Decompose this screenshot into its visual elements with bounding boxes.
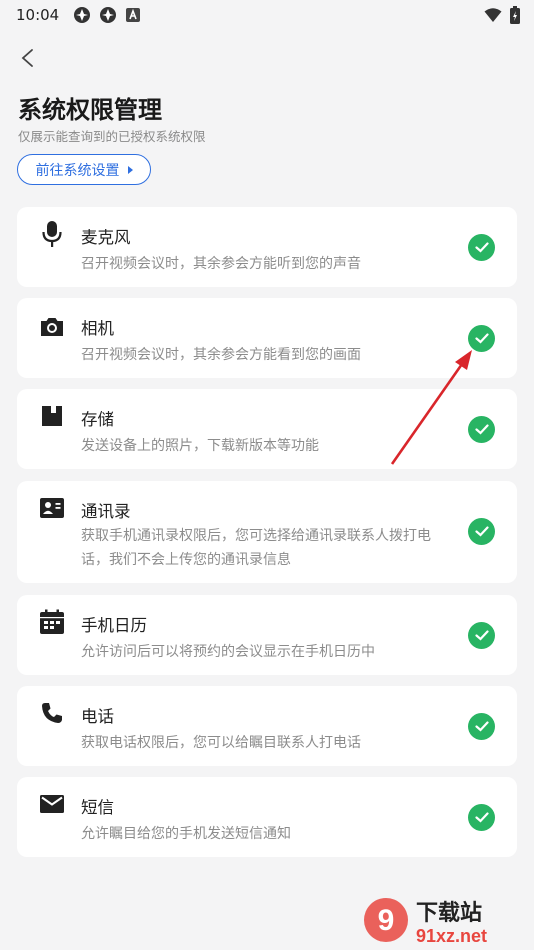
watermark-logo-icon: 9 下载站 91xz.net [364,898,487,946]
a-badge-icon [126,8,141,22]
permission-card-phone: 电话 获取电话权限后，您可以给瞩目联系人打电话 [17,686,517,766]
permission-title: 存储 [81,410,114,429]
sms-icon [39,791,65,817]
permission-title: 电话 [81,707,114,726]
status-notification-icons [73,6,141,24]
check-circle-icon [468,416,495,443]
permission-card-calendar: 手机日历 允许访问后可以将预约的会议显示在手机日历中 [17,595,517,675]
svg-text:9: 9 [378,904,395,937]
check-circle-icon [468,804,495,831]
check-circle-icon [468,518,495,545]
permission-card-camera: 相机 召开视频会议时，其余参会方能看到您的画面 [17,298,517,378]
app-notification-icon [100,7,117,23]
play-arrow-icon [127,165,133,174]
permission-title: 麦克风 [81,228,131,247]
permission-desc: 允许访问后可以将预约的会议显示在手机日历中 [81,644,375,660]
status-system-icons [484,6,520,24]
page-subtitle: 仅展示能查询到的已授权系统权限 [18,129,206,144]
permission-card-storage: 存储 发送设备上的照片，下载新版本等功能 [17,389,517,469]
permission-card-microphone: 麦克风 召开视频会议时，其余参会方能听到您的声音 [17,207,517,287]
permission-desc: 召开视频会议时，其余参会方能看到您的画面 [81,347,361,363]
permission-title: 手机日历 [81,616,147,635]
storage-icon [39,403,65,429]
microphone-icon [39,221,65,247]
permission-desc: 召开视频会议时，其余参会方能听到您的声音 [81,256,361,272]
page-title: 系统权限管理 [18,96,162,124]
calendar-icon [39,609,65,635]
check-circle-icon [468,622,495,649]
check-circle-icon [468,713,495,740]
check-circle-icon [468,234,495,261]
permission-desc: 获取手机通讯录权限后，您可选择给通讯录联系人拨打电话，我们不会上传您的通讯录信息 [81,528,431,568]
app-notification-icon [74,7,91,23]
check-circle-icon [468,325,495,352]
svg-text:下载站: 下载站 [416,900,482,926]
permission-title: 相机 [81,319,114,338]
wifi-icon [484,8,502,22]
open-system-settings-label: 前往系统设置 [35,162,120,179]
permission-title: 短信 [81,798,114,817]
svg-text:91xz.net: 91xz.net [416,926,487,946]
contacts-icon [39,495,65,521]
chevron-left-icon [21,49,33,67]
permission-title: 通讯录 [81,502,131,521]
status-bar: 10:04 [0,0,534,30]
permission-card-sms: 短信 允许瞩目给您的手机发送短信通知 [17,777,517,857]
permission-desc: 发送设备上的照片，下载新版本等功能 [81,438,319,454]
battery-icon [510,6,520,24]
phone-icon [39,700,65,726]
permission-desc: 获取电话权限后，您可以给瞩目联系人打电话 [81,735,361,751]
back-button[interactable] [14,44,40,72]
status-time: 10:04 [16,6,60,24]
permission-desc: 允许瞩目给您的手机发送短信通知 [81,826,291,842]
watermark: 9 下载站 91xz.net [360,890,530,950]
open-system-settings-button[interactable]: 前往系统设置 [17,154,151,185]
camera-icon [39,314,65,340]
permission-card-contacts: 通讯录 获取手机通讯录权限后，您可选择给通讯录联系人拨打电话，我们不会上传您的通… [17,481,517,583]
